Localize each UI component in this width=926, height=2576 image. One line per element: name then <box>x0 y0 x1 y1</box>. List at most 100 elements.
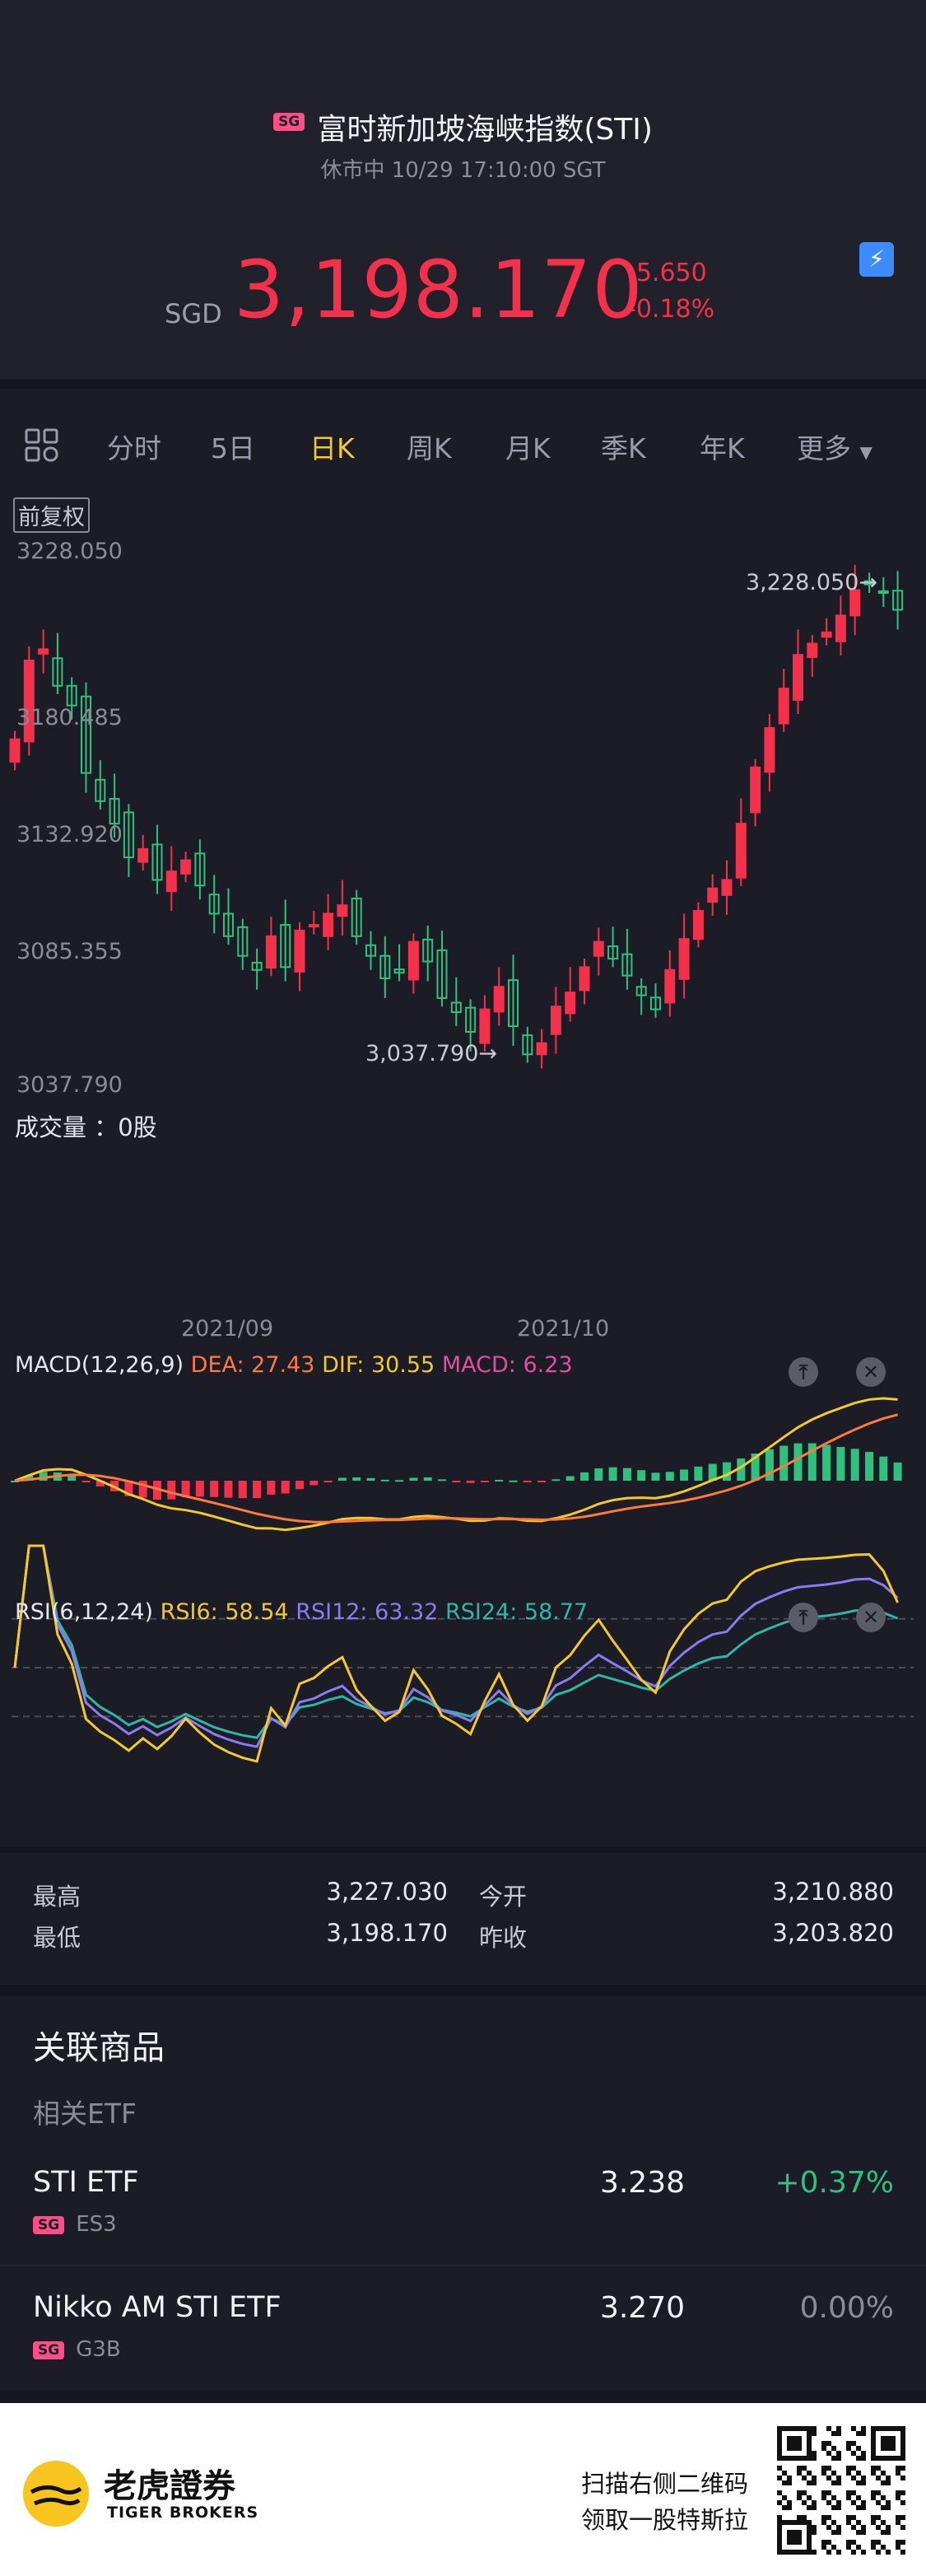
chart-panel[interactable]: 前复权 3228.050 3180.485 3132.920 3085.355 … <box>0 496 926 1846</box>
open-value: 3,210.880 <box>772 1878 894 1906</box>
market-status: 休市中 10/29 17:10:00 SGT <box>320 158 606 183</box>
qr-module <box>886 2530 891 2535</box>
qr-module <box>797 2495 802 2500</box>
qr-module <box>787 2476 792 2480</box>
rsi6-value: RSI6: 58.54 <box>160 1599 289 1625</box>
candle-body <box>707 887 719 903</box>
candle-body <box>664 968 676 1004</box>
qr-module <box>900 2466 905 2471</box>
qr-module <box>896 2456 900 2461</box>
arrow-right-icon: → <box>478 1041 498 1066</box>
macd-bar <box>409 1477 418 1481</box>
candle-body <box>807 642 818 658</box>
qr-module <box>886 2446 891 2451</box>
qr-module <box>807 2451 812 2456</box>
qr-module <box>807 2495 812 2500</box>
currency-label: SGD <box>165 298 222 329</box>
qr-module <box>831 2456 836 2461</box>
qr-module <box>886 2550 891 2555</box>
qr-module <box>826 2426 831 2431</box>
grid-icon[interactable] <box>25 428 59 463</box>
qr-module <box>876 2426 881 2431</box>
pin-top-icon[interactable]: ⤒ <box>789 1603 818 1632</box>
tab-intraday[interactable]: 分时 <box>107 427 161 466</box>
qr-module <box>777 2441 782 2446</box>
tab-yearly-k[interactable]: 年K <box>700 427 745 466</box>
macd-bar <box>309 1481 319 1486</box>
etf-name: STI ETF <box>33 2166 139 2199</box>
qr-module <box>856 2456 861 2461</box>
lightning-icon[interactable]: ⚡ <box>859 242 894 277</box>
qr-module <box>782 2520 787 2525</box>
macd-bar <box>438 1479 446 1482</box>
prev-close-label: 昨收 <box>479 1924 528 1952</box>
qr-module <box>782 2505 787 2510</box>
qr-module <box>831 2431 836 2436</box>
qr-module <box>802 2520 807 2525</box>
market-badge: SG <box>33 2215 65 2234</box>
candle-body <box>479 1008 491 1044</box>
qr-module <box>826 2550 831 2555</box>
scan-line: 领取一股特斯拉 <box>581 2506 749 2534</box>
tab-more[interactable]: 更多 ▼ <box>797 427 872 466</box>
qr-module <box>876 2490 881 2495</box>
tab-monthly-k[interactable]: 月K <box>505 427 551 466</box>
index-title: 富时新加坡海峡指数(STI) <box>317 113 653 147</box>
qr-module <box>836 2505 841 2510</box>
qr-module <box>777 2545 782 2550</box>
qr-module <box>807 2525 812 2530</box>
qr-module <box>787 2520 792 2525</box>
prev-close-value: 3,203.820 <box>772 1919 894 1947</box>
macd-bar <box>893 1462 902 1481</box>
qr-module <box>782 2495 787 2500</box>
qr-module <box>812 2451 817 2456</box>
pin-top-icon[interactable]: ⤒ <box>789 1357 818 1387</box>
qr-module <box>896 2520 900 2525</box>
qr-module <box>792 2456 797 2461</box>
qr-module <box>871 2436 876 2441</box>
qr-module <box>797 2540 802 2545</box>
tab-5day[interactable]: 5日 <box>211 427 255 466</box>
qr-module <box>856 2520 861 2525</box>
market-badge: SG <box>273 113 305 131</box>
qr-module <box>871 2515 876 2520</box>
qr-module <box>831 2480 836 2485</box>
qr-module <box>851 2525 856 2530</box>
etf-code: SG ES3 <box>33 2212 117 2237</box>
title-row: SG 富时新加坡海峡指数(STI) <box>0 105 926 148</box>
qr-module <box>900 2426 905 2431</box>
qr-module <box>871 2495 876 2500</box>
tab-weekly-k[interactable]: 周K <box>407 427 452 466</box>
qr-module <box>836 2500 841 2505</box>
qr-module <box>831 2471 836 2476</box>
qr-module <box>782 2480 787 2485</box>
close-icon[interactable]: ✕ <box>856 1603 886 1632</box>
qr-module <box>826 2500 831 2505</box>
qr-module <box>797 2446 802 2451</box>
macd-bar <box>551 1479 561 1482</box>
close-icon[interactable]: ✕ <box>856 1357 886 1387</box>
tab-quarterly-k[interactable]: 季K <box>601 427 646 466</box>
candle-body <box>750 766 761 814</box>
candle-body <box>821 631 832 638</box>
qr-module <box>871 2446 876 2451</box>
adjust-toggle[interactable]: 前复权 <box>13 497 90 533</box>
qr-module <box>812 2500 817 2505</box>
qr-module <box>896 2515 900 2520</box>
candle-body <box>721 879 733 896</box>
qr-module <box>871 2441 876 2446</box>
qr-module <box>896 2540 900 2545</box>
qr-module <box>821 2520 826 2525</box>
qr-module <box>831 2446 836 2451</box>
price-axis-label: 3085.355 <box>16 939 123 964</box>
rsi-title: RSI(6,12,24) <box>15 1599 153 1625</box>
qr-module <box>821 2540 826 2545</box>
candle-body <box>180 859 192 875</box>
macd-bar <box>608 1467 617 1481</box>
qr-module <box>777 2426 782 2431</box>
qr-module <box>826 2451 831 2456</box>
qr-module <box>807 2436 812 2441</box>
qr-module <box>896 2495 900 2500</box>
tab-daily-k[interactable]: 日K <box>309 427 355 466</box>
promo-footer[interactable]: 老虎證券 TIGER BROKERS 扫描右侧二维码 领取一股特斯拉 <box>0 2403 926 2576</box>
